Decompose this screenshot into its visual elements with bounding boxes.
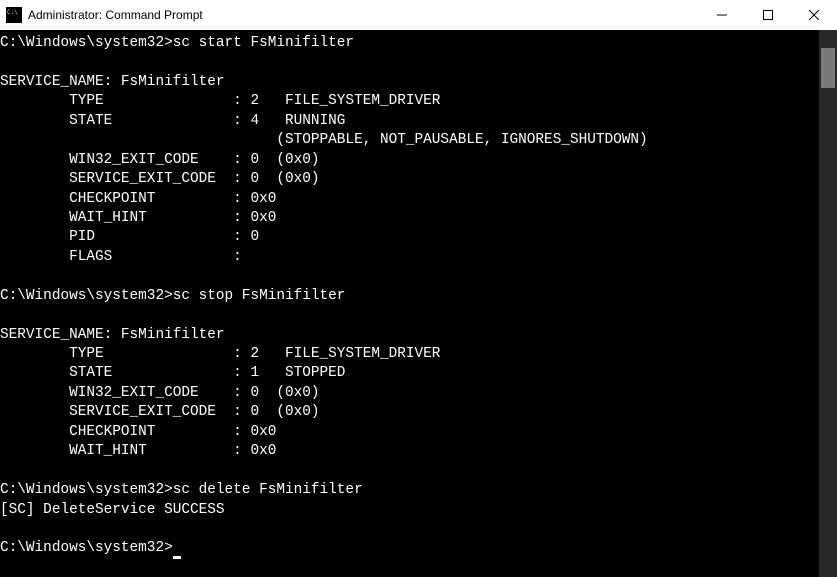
out2-wait-hint: WAIT_HINT : 0x0 — [0, 443, 276, 459]
vertical-scrollbar[interactable] — [819, 30, 837, 577]
titlebar[interactable]: Administrator: Command Prompt — [0, 0, 837, 30]
terminal-area: C:\Windows\system32>sc start FsMinifilte… — [0, 30, 837, 577]
out1-win32-exit: WIN32_EXIT_CODE : 0 (0x0) — [0, 152, 320, 168]
cmd-icon — [6, 7, 22, 23]
out2-checkpoint: CHECKPOINT : 0x0 — [0, 424, 276, 440]
prompt: C:\Windows\system32> — [0, 35, 173, 51]
out2-win32-exit: WIN32_EXIT_CODE : 0 (0x0) — [0, 385, 320, 401]
command-2: sc stop FsMinifilter — [173, 288, 346, 304]
scroll-thumb[interactable] — [821, 48, 835, 88]
out1-state: STATE : 4 RUNNING — [0, 113, 345, 129]
prompt: C:\Windows\system32> — [0, 288, 173, 304]
out1-pid: PID : 0 — [0, 229, 259, 245]
out1-type: TYPE : 2 FILE_SYSTEM_DRIVER — [0, 93, 440, 109]
window-title: Administrator: Command Prompt — [28, 8, 203, 22]
out1-state-flags: (STOPPABLE, NOT_PAUSABLE, IGNORES_SHUTDO… — [0, 132, 648, 148]
scroll-up-arrow[interactable] — [819, 30, 837, 48]
command-1: sc start FsMinifilter — [173, 35, 354, 51]
maximize-button[interactable] — [745, 0, 791, 30]
scroll-track[interactable] — [819, 88, 837, 559]
out1-wait-hint: WAIT_HINT : 0x0 — [0, 210, 276, 226]
out1-service-exit: SERVICE_EXIT_CODE : 0 (0x0) — [0, 171, 320, 187]
cursor — [173, 556, 181, 559]
minimize-button[interactable] — [699, 0, 745, 30]
terminal-output[interactable]: C:\Windows\system32>sc start FsMinifilte… — [0, 30, 819, 577]
out3-result: [SC] DeleteService SUCCESS — [0, 502, 225, 518]
prompt: C:\Windows\system32> — [0, 482, 173, 498]
command-prompt-window: Administrator: Command Prompt C:\Windows… — [0, 0, 837, 577]
out2-service-name: SERVICE_NAME: FsMinifilter — [0, 327, 225, 343]
scroll-down-arrow[interactable] — [819, 559, 837, 577]
close-button[interactable] — [791, 0, 837, 30]
command-3: sc delete FsMinifilter — [173, 482, 363, 498]
prompt: C:\Windows\system32> — [0, 540, 173, 556]
out1-checkpoint: CHECKPOINT : 0x0 — [0, 191, 276, 207]
out1-service-name: SERVICE_NAME: FsMinifilter — [0, 74, 225, 90]
out2-state: STATE : 1 STOPPED — [0, 365, 345, 381]
out2-type: TYPE : 2 FILE_SYSTEM_DRIVER — [0, 346, 440, 362]
out2-service-exit: SERVICE_EXIT_CODE : 0 (0x0) — [0, 404, 320, 420]
out1-flags: FLAGS : — [0, 249, 242, 265]
